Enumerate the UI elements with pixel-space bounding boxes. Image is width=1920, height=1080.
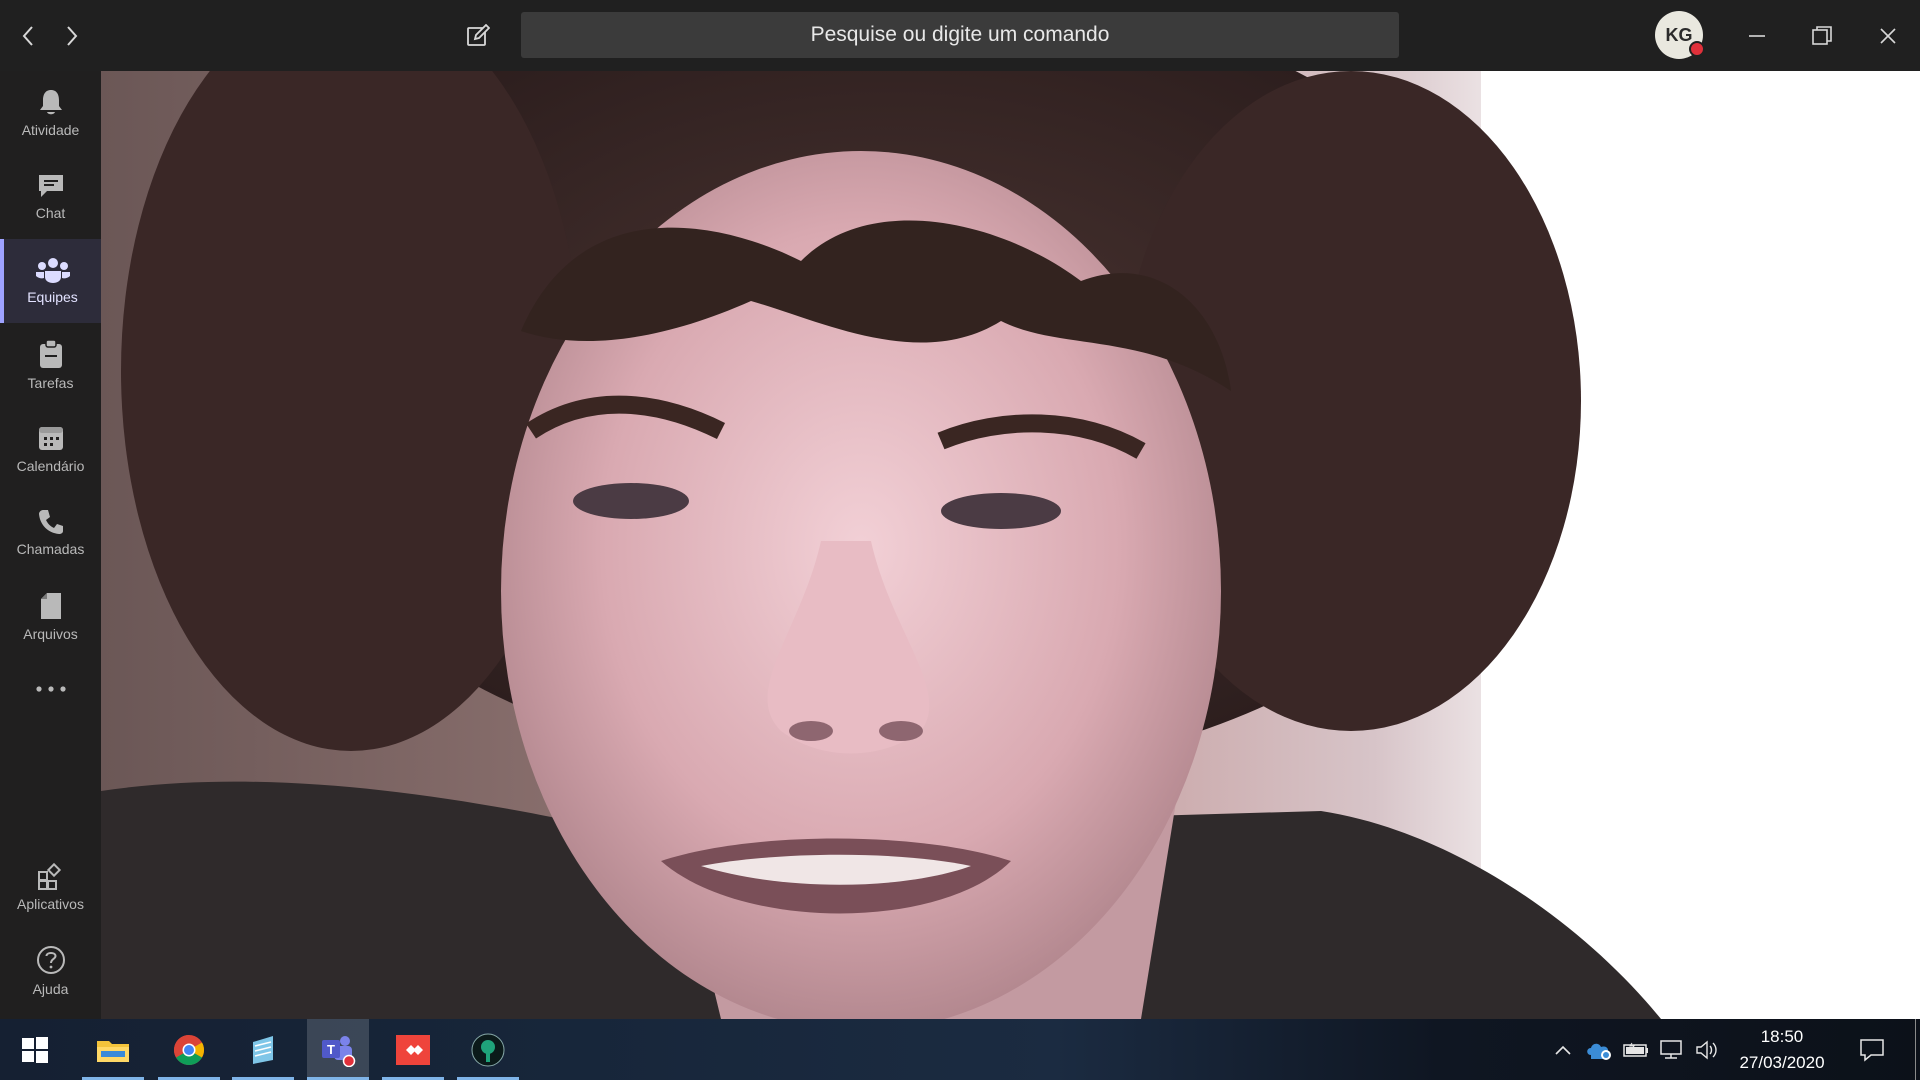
teams-icon: T [322,1035,356,1067]
anydesk-icon [396,1034,430,1065]
rail-item-ajuda[interactable]: Ajuda [0,929,101,1013]
rail-item-label: Calendário [16,458,85,474]
back-button[interactable] [10,0,46,71]
more-apps-button[interactable] [0,659,101,719]
rail-item-label: Chamadas [16,541,85,557]
volume-icon [1696,1040,1717,1059]
search-input[interactable]: Pesquise ou digite um comando [521,12,1399,58]
battery-tray[interactable] [1620,1019,1652,1080]
taskbar: T 18:50 27/03/2020 [0,1019,1920,1080]
network-tray[interactable] [1657,1019,1689,1080]
avatar-initials: KG [1665,24,1693,45]
notification-icon [1860,1038,1884,1062]
video-feed [101,71,1920,1019]
battery-icon [1623,1042,1648,1057]
file-explorer-icon [97,1040,129,1062]
bell-icon [39,90,62,115]
restore-button[interactable] [1800,0,1844,71]
taskbar-teams[interactable]: T [307,1019,369,1080]
show-desktop-strip [1914,1019,1916,1080]
avatar[interactable]: KG [1655,11,1705,59]
clipboard-icon [39,339,62,368]
show-desktop-button[interactable] [1910,1019,1920,1080]
rail-item-atividade[interactable]: Atividade [0,71,101,155]
rail-item-calendario[interactable]: Calendário [0,407,101,491]
calendar-icon [38,427,63,450]
teams-icon [35,258,70,283]
apps-icon [37,862,61,890]
taskbar-clock[interactable]: 18:50 27/03/2020 [1722,1019,1842,1080]
minimize-button[interactable] [1735,0,1779,71]
taskbar-chrome[interactable] [158,1019,220,1080]
taskbar-notepad[interactable] [232,1019,294,1080]
clock-date: 27/03/2020 [1739,1052,1825,1072]
rail-item-aplicativos[interactable]: Aplicativos [0,845,101,929]
rail-item-label: Aplicativos [17,896,84,912]
taskbar-anydesk[interactable] [382,1019,444,1080]
action-center-button[interactable] [1852,1019,1892,1080]
chrome-icon [173,1034,205,1065]
more-icon [35,686,66,692]
rail-item-label: Equipes [27,289,78,305]
notepad-icon [253,1035,273,1064]
chat-icon [38,175,63,197]
rail-item-label: Tarefas [27,375,74,391]
svg-text:T: T [327,1042,335,1057]
taskbar-file-explorer[interactable] [82,1019,144,1080]
volume-tray[interactable] [1692,1019,1722,1080]
help-icon [36,946,65,974]
rail-item-label: Ajuda [32,981,69,997]
rail-item-label: Chat [35,205,66,221]
compose-icon [467,23,490,46]
app-rail: Atividade Chat Equipes Tarefas Calendári… [0,71,101,1019]
file-icon [40,593,61,619]
rail-item-tarefas[interactable]: Tarefas [0,323,101,407]
rail-item-equipes[interactable]: Equipes [0,239,101,323]
rail-item-arquivos[interactable]: Arquivos [0,575,101,659]
taskbar-app[interactable] [457,1019,519,1080]
chevron-left-icon [22,25,33,46]
rail-item-chamadas[interactable]: Chamadas [0,491,101,575]
start-button[interactable] [4,1019,66,1080]
restore-icon [1812,25,1832,45]
show-hidden-icons-button[interactable] [1548,1019,1578,1080]
chevron-up-icon [1555,1045,1571,1055]
app-icon [471,1033,505,1066]
forward-button[interactable] [54,0,90,71]
network-icon [1660,1039,1682,1059]
start-icon [22,1036,48,1063]
onedrive-tray[interactable] [1583,1019,1615,1080]
rail-item-chat[interactable]: Chat [0,155,101,239]
search-placeholder: Pesquise ou digite um comando [810,23,1110,46]
new-chat-button[interactable] [460,0,496,71]
onedrive-icon [1587,1043,1611,1060]
chevron-right-icon [67,25,78,46]
rail-item-label: Arquivos [23,626,78,642]
clock-time: 18:50 [1760,1026,1804,1046]
phone-icon [38,510,63,534]
participant-video-image [101,71,1920,1019]
close-button[interactable] [1866,0,1910,71]
close-icon [1880,27,1896,44]
rail-item-label: Atividade [21,122,80,138]
minimize-icon [1749,34,1765,37]
title-bar: Pesquise ou digite um comando KG [0,0,1920,71]
presence-status-icon [1689,41,1705,57]
